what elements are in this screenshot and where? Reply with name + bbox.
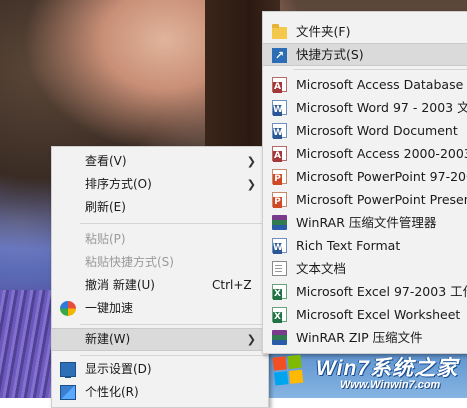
watermark-title: Win7系统之家 [316, 357, 458, 380]
site-watermark: Win7系统之家 Www.Winwin7.com [268, 350, 467, 398]
menu-item-label: Microsoft PowerPoint 97-2003 [296, 169, 467, 184]
submenu-item-folder[interactable]: 文件夹(F) [263, 20, 467, 43]
word-icon: W [272, 238, 287, 254]
menu-item-undo-new[interactable]: 撤消 新建(U) Ctrl+Z [52, 274, 268, 297]
menu-item-display-settings[interactable]: 显示设置(D) [52, 358, 268, 381]
menu-item-label: 排序方式(O) [85, 177, 152, 191]
excel-icon: X [272, 284, 287, 300]
submenu-item-shortcut[interactable]: ↗ 快捷方式(S) [263, 43, 467, 66]
menu-item-view[interactable]: 查看(V) ❯ [52, 150, 268, 173]
winrar-icon [272, 330, 287, 345]
menu-item-paste-shortcut[interactable]: 粘贴快捷方式(S) [52, 251, 268, 274]
menu-item-speed-up[interactable]: 一键加速 [52, 297, 268, 320]
menu-separator [80, 355, 266, 356]
menu-item-label: 显示设置(D) [85, 362, 152, 376]
menu-item-label: Microsoft Word Document [296, 123, 458, 138]
submenu-item-word-document[interactable]: W Microsoft Word Document [263, 119, 467, 142]
word-icon: W [272, 123, 287, 139]
chevron-right-icon: ❯ [246, 155, 256, 168]
submenu-item-winrar-archive[interactable]: WinRAR 压缩文件管理器 [263, 211, 467, 234]
access-icon: A [272, 146, 287, 162]
menu-item-new[interactable]: 新建(W) ❯ [52, 328, 268, 351]
speed-up-icon [60, 301, 76, 316]
menu-item-label: 撤消 新建(U) [85, 278, 155, 292]
word-icon: W [272, 100, 287, 116]
menu-item-sort-by[interactable]: 排序方式(O) ❯ [52, 173, 268, 196]
menu-item-label: 文件夹(F) [296, 24, 351, 39]
menu-item-label: 粘贴(P) [85, 232, 126, 246]
menu-item-label: Microsoft Access 2000-2003 D [296, 146, 467, 161]
chevron-right-icon: ❯ [246, 178, 256, 191]
menu-item-label: 刷新(E) [85, 200, 126, 214]
submenu-item-excel-worksheet[interactable]: X Microsoft Excel Worksheet [263, 303, 467, 326]
submenu-item-winrar-zip[interactable]: WinRAR ZIP 压缩文件 [263, 326, 467, 349]
menu-separator [293, 69, 467, 70]
menu-item-shortcut-key: Ctrl+Z [212, 278, 252, 292]
watermark-url: Www.Winwin7.com [340, 379, 441, 391]
menu-item-label: WinRAR ZIP 压缩文件 [296, 330, 423, 345]
menu-item-personalize[interactable]: 个性化(R) [52, 381, 268, 404]
folder-icon [272, 24, 287, 39]
menu-item-label: WinRAR 压缩文件管理器 [296, 215, 437, 230]
menu-item-label: 新建(W) [85, 332, 131, 346]
powerpoint-icon: P [272, 192, 287, 208]
menu-item-refresh[interactable]: 刷新(E) [52, 196, 268, 219]
menu-item-label: Rich Text Format [296, 238, 401, 253]
submenu-item-access-database[interactable]: A Microsoft Access Database [263, 73, 467, 96]
powerpoint-icon: P [272, 169, 287, 185]
menu-item-label: 粘贴快捷方式(S) [85, 255, 174, 269]
submenu-item-rich-text-format[interactable]: W Rich Text Format [263, 234, 467, 257]
text-document-icon [272, 261, 287, 276]
shortcut-icon: ↗ [272, 48, 287, 63]
display-settings-icon [60, 362, 76, 378]
menu-item-paste[interactable]: 粘贴(P) [52, 228, 268, 251]
new-submenu: 文件夹(F) ↗ 快捷方式(S) A Microsoft Access Data… [262, 11, 467, 354]
menu-item-label: 快捷方式(S) [296, 47, 364, 62]
menu-item-label: Microsoft Word 97 - 2003 文档 [296, 100, 467, 115]
submenu-item-word-97-2003[interactable]: W Microsoft Word 97 - 2003 文档 [263, 96, 467, 119]
submenu-item-access-2000-2003[interactable]: A Microsoft Access 2000-2003 D [263, 142, 467, 165]
menu-item-label: Microsoft PowerPoint Present [296, 192, 467, 207]
windows-logo-icon [272, 354, 306, 388]
submenu-item-text-document[interactable]: 文本文档 [263, 257, 467, 280]
submenu-item-powerpoint-presentation[interactable]: P Microsoft PowerPoint Present [263, 188, 467, 211]
menu-item-label: Microsoft Excel 97-2003 工作表 [296, 284, 467, 299]
winrar-icon [272, 215, 287, 230]
desktop-context-menu: 查看(V) ❯ 排序方式(O) ❯ 刷新(E) 粘贴(P) 粘贴快捷方式(S) … [51, 146, 269, 408]
menu-item-label: Microsoft Access Database [296, 77, 464, 92]
menu-item-label: 文本文档 [296, 261, 347, 276]
menu-separator [80, 324, 266, 325]
chevron-right-icon: ❯ [246, 333, 256, 346]
menu-item-label: Microsoft Excel Worksheet [296, 307, 461, 322]
menu-item-label: 个性化(R) [85, 385, 139, 399]
excel-icon: X [272, 307, 287, 323]
menu-separator [80, 223, 266, 224]
submenu-item-powerpoint-97-2003[interactable]: P Microsoft PowerPoint 97-2003 [263, 165, 467, 188]
menu-item-label: 查看(V) [85, 154, 127, 168]
submenu-item-excel-97-2003[interactable]: X Microsoft Excel 97-2003 工作表 [263, 280, 467, 303]
menu-item-label: 一键加速 [85, 301, 134, 315]
access-icon: A [272, 77, 287, 93]
